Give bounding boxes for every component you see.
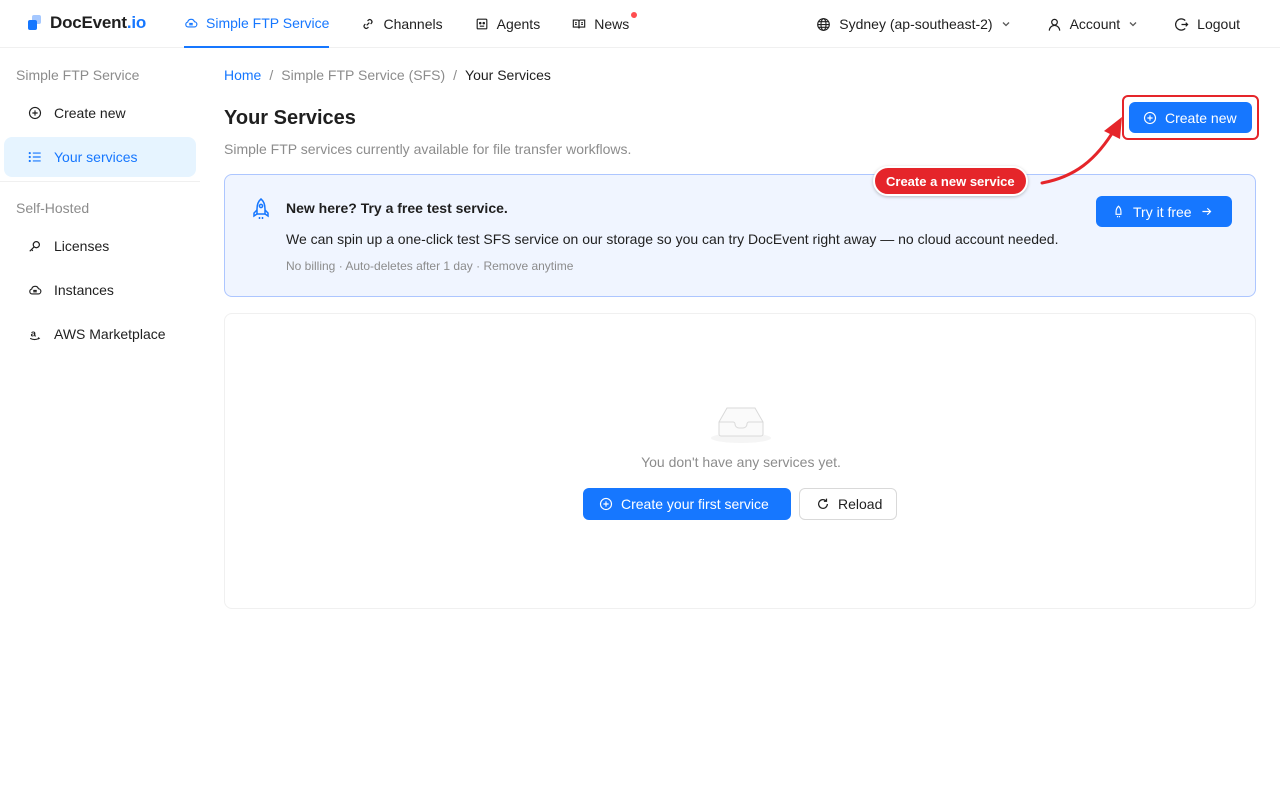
chevron-down-icon — [1002, 22, 1010, 27]
link-icon — [363, 19, 373, 29]
main-nav: Simple FTP Service Channels Agents News — [184, 0, 661, 48]
sidebar-group-sfs: Simple FTP Service — [16, 67, 140, 83]
breadcrumb-current: Your Services — [465, 67, 551, 83]
button-label: Reload — [838, 496, 883, 512]
reload-button[interactable]: Reload — [799, 488, 897, 520]
sidebar-item-licenses[interactable]: Licenses — [4, 226, 196, 266]
empty-inbox-icon — [711, 407, 771, 443]
rocket-icon — [1115, 205, 1122, 218]
sidebar-item-your-services[interactable]: Your services — [4, 137, 196, 177]
plus-circle-icon — [599, 497, 613, 511]
svg-text:a: a — [31, 329, 37, 340]
sidebar-item-label: AWS Marketplace — [54, 326, 166, 342]
robot-icon — [476, 18, 487, 30]
sidebar-group-self-hosted: Self-Hosted — [16, 200, 90, 216]
sidebar-item-label: Create new — [54, 105, 126, 121]
sidebar-item-label: Licenses — [54, 238, 110, 254]
right-nav: Sydney (ap-southeast-2) Account Logout — [780, 0, 1240, 48]
region-selector[interactable]: Sydney (ap-southeast-2) — [816, 16, 1010, 32]
news-badge-dot — [631, 12, 638, 18]
nav-news[interactable]: News — [572, 0, 638, 48]
nav-simple-ftp-service[interactable]: Simple FTP Service — [184, 0, 330, 48]
page-subtitle: Simple FTP services currently available … — [224, 141, 632, 157]
logo-icon — [28, 15, 42, 31]
nav-label: Agents — [496, 16, 541, 32]
nav-label: Simple FTP Service — [206, 15, 330, 31]
button-label: Create new — [1165, 109, 1237, 126]
breadcrumb: Home / Simple FTP Service (SFS) / Your S… — [224, 67, 551, 83]
page-title: Your Services — [224, 107, 356, 129]
annotation-arrow — [1040, 117, 1122, 185]
sidebar-item-aws-marketplace[interactable]: a AWS Marketplace — [4, 314, 196, 354]
button-label: Create your first service — [621, 496, 769, 512]
arrow-right-icon — [1202, 207, 1211, 216]
trial-description: We can spin up a one-click test SFS serv… — [286, 231, 1059, 247]
breadcrumb-separator: / — [269, 67, 274, 83]
nav-label: Channels — [383, 16, 443, 32]
logout-icon — [1175, 17, 1189, 31]
amazon-icon: a — [29, 329, 41, 340]
nav-channels[interactable]: Channels — [361, 0, 443, 48]
logout-label: Logout — [1197, 16, 1240, 32]
rocket-icon — [253, 198, 269, 219]
sidebar-item-label: Your services — [54, 149, 138, 165]
sidebar-item-create-new[interactable]: Create new — [4, 93, 196, 133]
trial-title: New here? Try a free test service. — [286, 200, 508, 216]
logout-button[interactable]: Logout — [1174, 16, 1240, 32]
free-trial-banner: New here? Try a free test service. We ca… — [224, 174, 1256, 297]
annotation-callout: Create a new service — [873, 166, 1028, 196]
account-label: Account — [1069, 16, 1121, 32]
cloud-server-icon — [29, 285, 42, 295]
reload-icon — [818, 498, 828, 509]
user-icon — [1048, 18, 1060, 31]
list-icon — [28, 151, 41, 163]
sidebar-item-label: Instances — [54, 282, 114, 298]
plus-circle-icon — [1143, 111, 1157, 124]
breadcrumb-sfs[interactable]: Simple FTP Service (SFS) — [281, 67, 445, 83]
nav-label: News — [594, 16, 630, 32]
breadcrumb-home[interactable]: Home — [224, 67, 261, 83]
globe-icon — [817, 17, 831, 31]
sidebar-item-instances[interactable]: Instances — [4, 270, 196, 310]
button-label: Try it free — [1133, 203, 1192, 220]
brand-logo[interactable]: DocEvent.io — [28, 13, 146, 33]
sidebar: Simple FTP Service Create new Your servi… — [0, 49, 200, 800]
plus-circle-icon — [28, 106, 42, 120]
empty-message: You don't have any services yet. — [641, 454, 841, 470]
chevron-down-icon — [1129, 22, 1137, 27]
region-label: Sydney (ap-southeast-2) — [839, 16, 993, 32]
book-icon — [572, 19, 586, 29]
account-menu[interactable]: Account — [1047, 16, 1139, 32]
cloud-icon — [185, 18, 198, 28]
nav-agents[interactable]: Agents — [475, 0, 541, 48]
brand-name: DocEvent.io — [50, 13, 147, 32]
trial-note: No billing · Auto-deletes after 1 day · … — [286, 259, 574, 273]
create-first-service-button[interactable]: Create your first service — [583, 488, 791, 520]
breadcrumb-separator: / — [453, 67, 458, 83]
top-navbar: DocEvent.io Simple FTP Service Channels … — [0, 0, 1280, 48]
try-it-free-button[interactable]: Try it free — [1096, 196, 1232, 227]
services-empty-state: You don't have any services yet. Create … — [224, 313, 1256, 609]
key-icon — [29, 241, 40, 252]
create-new-button[interactable]: Create new — [1129, 102, 1252, 133]
